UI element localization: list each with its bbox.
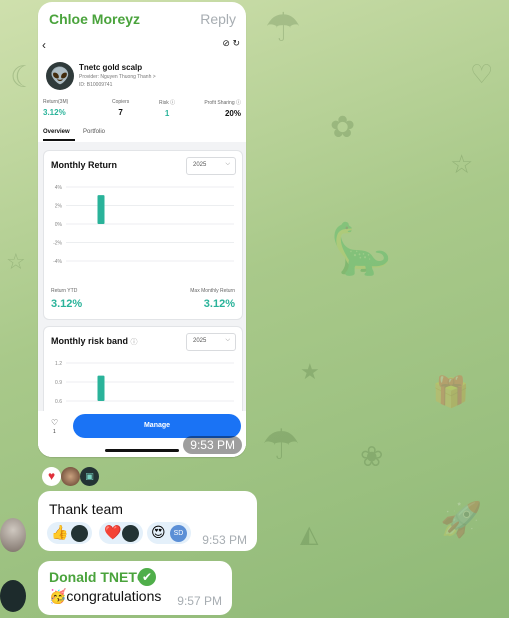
return-bar [97, 195, 105, 224]
stat-label: Risk ⓘ [159, 100, 176, 106]
y-tick-label: 1.2 [55, 361, 62, 367]
message-bubble-text[interactable]: Donald TNETC ✔ 🥳congratulations 9:57 PM [38, 561, 232, 615]
message-text: Thank team [49, 501, 123, 517]
stat-value: 7 [118, 108, 123, 117]
reaction-chip-heart-eyes[interactable]: 😍 SD [147, 522, 191, 544]
active-tab-underline [43, 139, 75, 141]
stat-value: 1 [164, 109, 170, 118]
chevron-left-icon: ‹ [42, 38, 46, 52]
home-indicator [105, 449, 179, 452]
year-select[interactable]: 2025 ⌵ [186, 333, 236, 351]
message-text: 🥳congratulations [49, 588, 162, 604]
stat-label: Profit Sharing ⓘ [204, 100, 241, 106]
message-bubble-photo[interactable]: Chloe Moreyz Reply ‹ ⊘ ↻ 👽 Tnetc gold sc… [38, 2, 246, 457]
heart-icon: ❤️ [104, 524, 122, 540]
monthly-return-chart: 4%2%0%-2%-4%-6%JanMarMayJulSepNov [53, 185, 234, 265]
strategy-screenshot[interactable]: ‹ ⊘ ↻ 👽 Tnetc gold scalp Provider: Nguye… [38, 32, 246, 457]
stat-profit-sharing: Profit Sharing ⓘ 20% [204, 99, 241, 118]
doodle-pizza-icon: ◭ [300, 520, 319, 548]
chevron-right-icon: > [152, 74, 156, 80]
verified-badge-icon: ✔ [138, 568, 156, 586]
doodle-flower-icon: ✿ [330, 110, 356, 145]
doodle-star-icon: ☆ [450, 150, 474, 180]
chevron-down-icon: ⌵ [225, 337, 230, 343]
thumbs-up-icon: 👍 [51, 524, 69, 540]
reactor-avatar [122, 525, 139, 542]
sender-name[interactable]: Chloe Moreyz [49, 11, 140, 27]
help-and-refresh-icons: ⊘ ↻ [222, 38, 240, 48]
stats-row: Return(3M) 3.12% Copiers 7 Risk ⓘ 1 Prof… [43, 99, 241, 121]
reactor-avatar[interactable] [61, 467, 80, 486]
heart-reaction-icon[interactable]: ♥ [42, 467, 61, 486]
message-bubble-text[interactable]: Thank team 👍 ❤️ 😍 SD 9:53 PM [38, 491, 257, 551]
sender-name[interactable]: Donald TNETC [49, 569, 147, 585]
card-title: Monthly risk band ⓘ [51, 336, 138, 347]
reply-button[interactable]: Reply [200, 11, 236, 27]
doodle-dino-icon: 🦕 [330, 220, 393, 278]
message-time: 9:53 PM [183, 436, 242, 454]
message-time: 9:53 PM [202, 533, 247, 547]
message-time: 9:57 PM [177, 594, 222, 608]
year-select[interactable]: 2025 ⌵ [186, 157, 236, 175]
content-area: Monthly Return 2025 ⌵ 4%2%0%-2%-4%-6%Jan… [38, 142, 246, 457]
heart-eyes-icon: 😍 [151, 524, 166, 540]
card-title: Monthly Return [51, 160, 117, 170]
y-tick-label: -4% [53, 259, 62, 265]
avatar[interactable] [0, 580, 26, 612]
doodle-umbrella-icon: ☂ [262, 420, 300, 469]
provider-text: Provider: Nguyen Thuong Thanh [79, 74, 152, 80]
tab-overview[interactable]: Overview [43, 129, 70, 135]
max-monthly-label: Max Monthly Return [190, 288, 235, 294]
manage-button[interactable]: Manage [73, 414, 241, 438]
doodle-rocket-icon: 🚀 [440, 500, 483, 540]
return-ytd-value: 3.12% [51, 298, 83, 310]
doodle-flower-icon: ❀ [360, 440, 384, 473]
stat-risk: Risk ⓘ 1 [159, 99, 175, 118]
reactor-avatar [71, 525, 88, 542]
heart-icon[interactable]: ♡ [51, 418, 58, 427]
avatar[interactable] [0, 518, 26, 552]
risk-bar [97, 375, 105, 401]
reaction-chip-thumbs[interactable]: 👍 [47, 522, 92, 544]
reaction-chip-heart[interactable]: ❤️ [99, 522, 143, 544]
strategy-name: Tnetc gold scalp [79, 63, 143, 72]
doodle-umbrella-icon: ☂ [265, 5, 301, 51]
provider-line: Provider: Nguyen Thuong Thanh > [79, 74, 156, 80]
monthly-return-card: Monthly Return 2025 ⌵ 4%2%0%-2%-4%-6%Jan… [43, 150, 243, 320]
year-value: 2025 [193, 162, 207, 168]
strategy-id: ID: B10009741 [79, 82, 113, 88]
max-monthly-value: 3.12% [203, 298, 235, 310]
stat-copiers: Copiers 7 [112, 99, 129, 117]
risk-band-title: Monthly risk band [51, 336, 129, 346]
y-tick-label: -2% [53, 241, 62, 247]
y-tick-label: 2% [55, 204, 63, 210]
doodle-star-icon: ★ [300, 360, 320, 385]
reactor-avatar[interactable]: ▣ [80, 467, 99, 486]
alien-avatar-icon: 👽 [46, 62, 74, 90]
stat-label: Copiers [112, 99, 130, 105]
like-count: 1 [53, 429, 56, 435]
info-icon: ⓘ [130, 339, 138, 346]
y-tick-label: 0.9 [55, 380, 62, 386]
doodle-moon-icon: ☾ [10, 60, 37, 95]
y-tick-label: 0.6 [55, 399, 62, 405]
y-tick-label: 0% [55, 222, 63, 228]
reactor-avatar-sd: SD [170, 525, 187, 542]
chevron-down-icon: ⌵ [225, 161, 230, 167]
doodle-gift-icon: 🎁 [432, 375, 470, 410]
doodle-heart-icon: ♡ [470, 60, 494, 90]
year-value: 2025 [193, 338, 207, 344]
doodle-star-icon: ☆ [6, 250, 26, 275]
return-ytd-label: Return YTD [51, 288, 78, 294]
stat-label: Return(3M) [43, 99, 69, 105]
risk-band-chart: 1.2 0.9 0.6 [55, 361, 234, 405]
stat-value: 3.12% [43, 108, 66, 117]
stat-return: Return(3M) 3.12% [43, 99, 68, 117]
stat-value: 20% [224, 109, 241, 118]
tab-portfolio[interactable]: Portfolio [83, 129, 105, 135]
y-tick-label: 4% [55, 185, 63, 191]
